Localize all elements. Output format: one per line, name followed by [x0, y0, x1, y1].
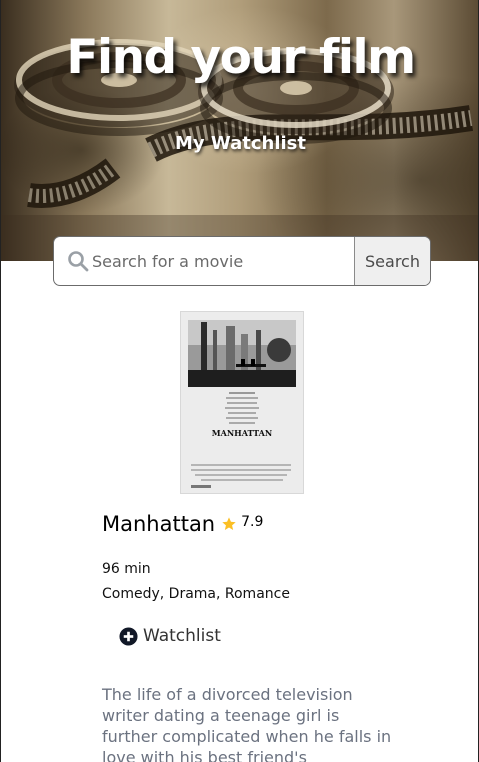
- movie-title-row: Manhattan 7.9: [102, 512, 263, 536]
- hero-banner: Find your film My Watchlist: [1, 0, 478, 261]
- movie-title: Manhattan: [102, 512, 216, 536]
- poster-title-text: MANHATTAN: [212, 428, 272, 438]
- movie-rating: 7.9: [241, 514, 264, 530]
- my-watchlist-link[interactable]: My Watchlist: [1, 133, 478, 154]
- movie-poster[interactable]: MANHATTAN: [180, 311, 304, 494]
- page: Find your film My Watchlist Search for a…: [0, 0, 479, 762]
- page-title: Find your film: [66, 30, 416, 85]
- watchlist-label: Watchlist: [143, 626, 221, 646]
- add-to-watchlist-button[interactable]: Watchlist: [119, 626, 221, 646]
- star-icon: [221, 516, 237, 532]
- search-icon: [54, 237, 90, 285]
- plus-circle-icon: [119, 626, 138, 646]
- search-input[interactable]: [90, 237, 354, 285]
- movie-plot: The life of a divorced television writer…: [102, 685, 392, 762]
- search-button[interactable]: Search: [354, 237, 430, 285]
- movie-runtime: 96 min: [102, 561, 151, 577]
- movie-genres: Comedy, Drama, Romance: [102, 586, 290, 602]
- search-bar: Search: [53, 236, 431, 286]
